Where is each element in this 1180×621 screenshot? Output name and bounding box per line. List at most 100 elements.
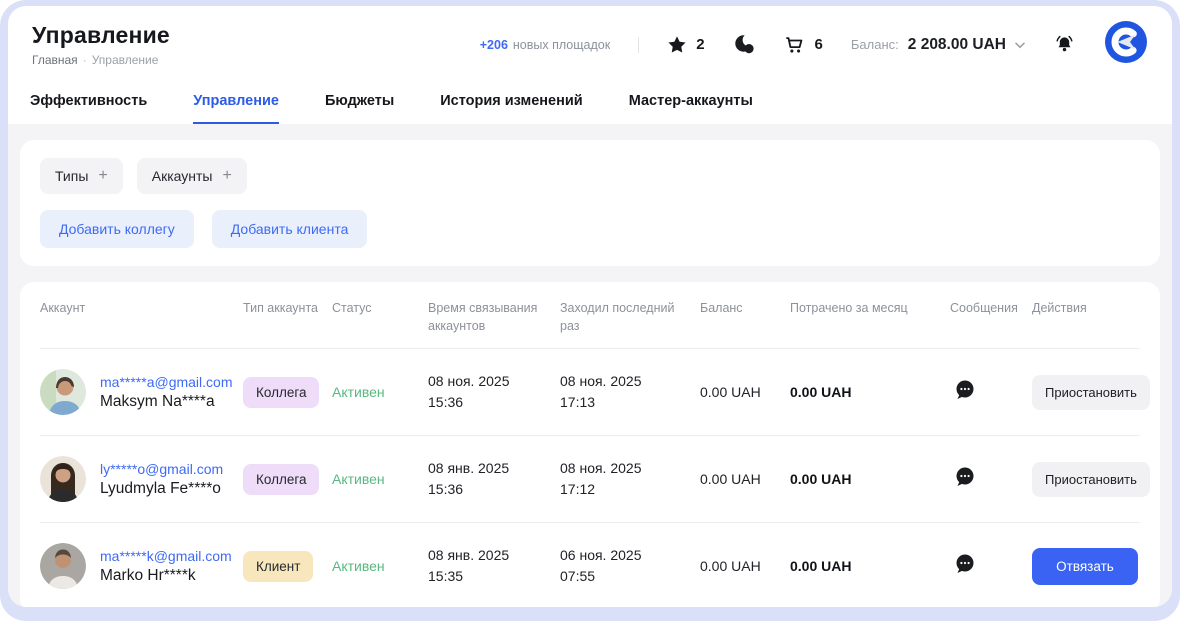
chat-icon[interactable] — [954, 553, 976, 575]
favorites-counter[interactable]: 2 — [667, 35, 704, 55]
balance-value: 2 208.00 UAH — [908, 36, 1006, 54]
avatar — [40, 369, 86, 415]
suspend-button[interactable]: Приостановить — [1032, 375, 1150, 410]
app-window: Управление Главная · Управление +206 новых … — [8, 6, 1172, 607]
filter-chip-types[interactable]: Типы + — [40, 158, 123, 194]
balance-cell: 0.00 UAH — [700, 384, 790, 400]
avatar — [40, 456, 86, 502]
tab-change-history[interactable]: История изменений — [440, 93, 582, 124]
new-sites-label: новых площадок — [513, 38, 610, 52]
col-spent-month: Потрачено за месяц — [790, 300, 950, 335]
account-email-link[interactable]: ma*****a@gmail.com — [100, 374, 232, 390]
last-seen-date: 08 ноя. 2025 — [560, 371, 700, 392]
account-type-badge: Коллега — [243, 377, 319, 408]
status-badge: Активен — [332, 384, 428, 400]
filter-chip-types-label: Типы — [55, 168, 88, 184]
link-time-cell: 08 янв. 2025 15:35 — [428, 545, 560, 587]
balance-cell: 0.00 UAH — [700, 558, 790, 574]
col-link-time: Время связывания аккаунтов — [428, 300, 560, 335]
status-badge: Активен — [332, 471, 428, 487]
table-row: ly*****o@gmail.com Lyudmyla Fe****o Колл… — [40, 435, 1140, 522]
filter-chip-accounts-label: Аккаунты — [152, 168, 213, 184]
new-sites-count: +206 — [480, 38, 508, 52]
browser-frame: Управление Главная · Управление +206 новых … — [0, 0, 1180, 621]
account-name: Marko Hr****k — [100, 567, 232, 585]
link-time-cell: 08 янв. 2025 15:36 — [428, 458, 560, 500]
spent-month-cell: 0.00 UAH — [790, 471, 950, 487]
account-email-link[interactable]: ma*****k@gmail.com — [100, 548, 232, 564]
balance-label: Баланс: — [851, 37, 899, 52]
filter-chip-accounts[interactable]: Аккаунты + — [137, 158, 247, 194]
account-cell: ma*****k@gmail.com Marko Hr****k — [40, 543, 243, 589]
plus-icon: + — [98, 167, 107, 185]
balance-caret-icon — [1015, 36, 1025, 54]
link-time-cell: 08 ноя. 2025 15:36 — [428, 371, 560, 413]
col-status: Статус — [332, 300, 428, 335]
account-identity: ly*****o@gmail.com Lyudmyla Fe****o — [100, 461, 223, 498]
account-name: Lyudmyla Fe****o — [100, 480, 223, 498]
tab-budgets[interactable]: Бюджеты — [325, 93, 394, 124]
last-seen-time: 17:13 — [560, 392, 700, 413]
accounts-table: Аккаунт Тип аккаунта Статус Время связыв… — [20, 282, 1160, 607]
cloud-icon[interactable] — [733, 33, 756, 56]
breadcrumb-separator: · — [83, 53, 87, 67]
filter-panel: Типы + Аккаунты + Добавить коллегу Добав… — [20, 140, 1160, 266]
link-time: 15:35 — [428, 566, 560, 587]
add-colleague-button[interactable]: Добавить коллегу — [40, 210, 194, 248]
topbar-right: +206 новых площадок 2 — [480, 20, 1148, 69]
account-name: Maksym Na****a — [100, 393, 232, 411]
last-seen-time: 07:55 — [560, 566, 700, 587]
favorites-count: 2 — [696, 36, 704, 53]
balance-cell: 0.00 UAH — [700, 471, 790, 487]
page-header: Управление Главная · Управление +206 новых … — [8, 6, 1172, 124]
chat-icon[interactable] — [954, 466, 976, 488]
unlink-button[interactable]: Отвязать — [1032, 548, 1138, 585]
account-cell: ma*****a@gmail.com Maksym Na****a — [40, 369, 243, 415]
last-seen-cell: 08 ноя. 2025 17:12 — [560, 458, 700, 500]
bell-icon[interactable] — [1053, 33, 1076, 56]
plus-icon: + — [222, 167, 231, 185]
breadcrumb-home[interactable]: Главная — [32, 53, 78, 67]
cart-count: 6 — [815, 36, 823, 53]
balance-dropdown[interactable]: Баланс: 2 208.00 UAH — [851, 36, 1025, 54]
col-account-type: Тип аккаунта — [243, 300, 332, 335]
chat-icon[interactable] — [954, 379, 976, 401]
tab-master-accounts[interactable]: Мастер-аккаунты — [629, 93, 753, 124]
account-type-badge: Коллега — [243, 464, 319, 495]
cart-icon — [784, 34, 806, 56]
link-date: 08 янв. 2025 — [428, 458, 560, 479]
brand-logo[interactable] — [1104, 20, 1148, 69]
title-block: Управление Главная·Управление — [32, 22, 170, 67]
breadcrumb: Главная·Управление — [32, 53, 170, 67]
col-actions: Действия — [1032, 300, 1140, 335]
tab-effectiveness[interactable]: Эффективность — [30, 93, 147, 124]
last-seen-cell: 06 ноя. 2025 07:55 — [560, 545, 700, 587]
add-client-button[interactable]: Добавить клиента — [212, 210, 368, 248]
col-account: Аккаунт — [40, 300, 243, 335]
cart-counter[interactable]: 6 — [784, 34, 823, 56]
avatar — [40, 543, 86, 589]
table-row: ma*****k@gmail.com Marko Hr****k Клиент … — [40, 522, 1140, 607]
topbar: Управление Главная·Управление +206новых … — [24, 20, 1156, 69]
last-seen-date: 06 ноя. 2025 — [560, 545, 700, 566]
last-seen-time: 17:12 — [560, 479, 700, 500]
suspend-button[interactable]: Приостановить — [1032, 462, 1150, 497]
add-buttons-row: Добавить коллегу Добавить клиента — [40, 210, 1140, 248]
main-content: Типы + Аккаунты + Добавить коллегу Добав… — [8, 124, 1172, 607]
link-date: 08 ноя. 2025 — [428, 371, 560, 392]
status-badge: Активен — [332, 558, 428, 574]
last-seen-cell: 08 ноя. 2025 17:13 — [560, 371, 700, 413]
new-sites-link[interactable]: +206 новых площадок — [480, 38, 610, 52]
link-date: 08 янв. 2025 — [428, 545, 560, 566]
table-row: ma*****a@gmail.com Maksym Na****a Коллег… — [40, 348, 1140, 435]
spent-month-cell: 0.00 UAH — [790, 384, 950, 400]
account-cell: ly*****o@gmail.com Lyudmyla Fe****o — [40, 456, 243, 502]
tab-management[interactable]: Управление — [193, 93, 279, 124]
spent-month-cell: 0.00 UAH — [790, 558, 950, 574]
link-time: 15:36 — [428, 392, 560, 413]
page-title: Управление — [32, 22, 170, 49]
account-email-link[interactable]: ly*****o@gmail.com — [100, 461, 223, 477]
star-icon — [667, 35, 687, 55]
table-header-row: Аккаунт Тип аккаунта Статус Время связыв… — [40, 284, 1140, 348]
tab-bar: Эффективность Управление Бюджеты История… — [24, 69, 1156, 124]
